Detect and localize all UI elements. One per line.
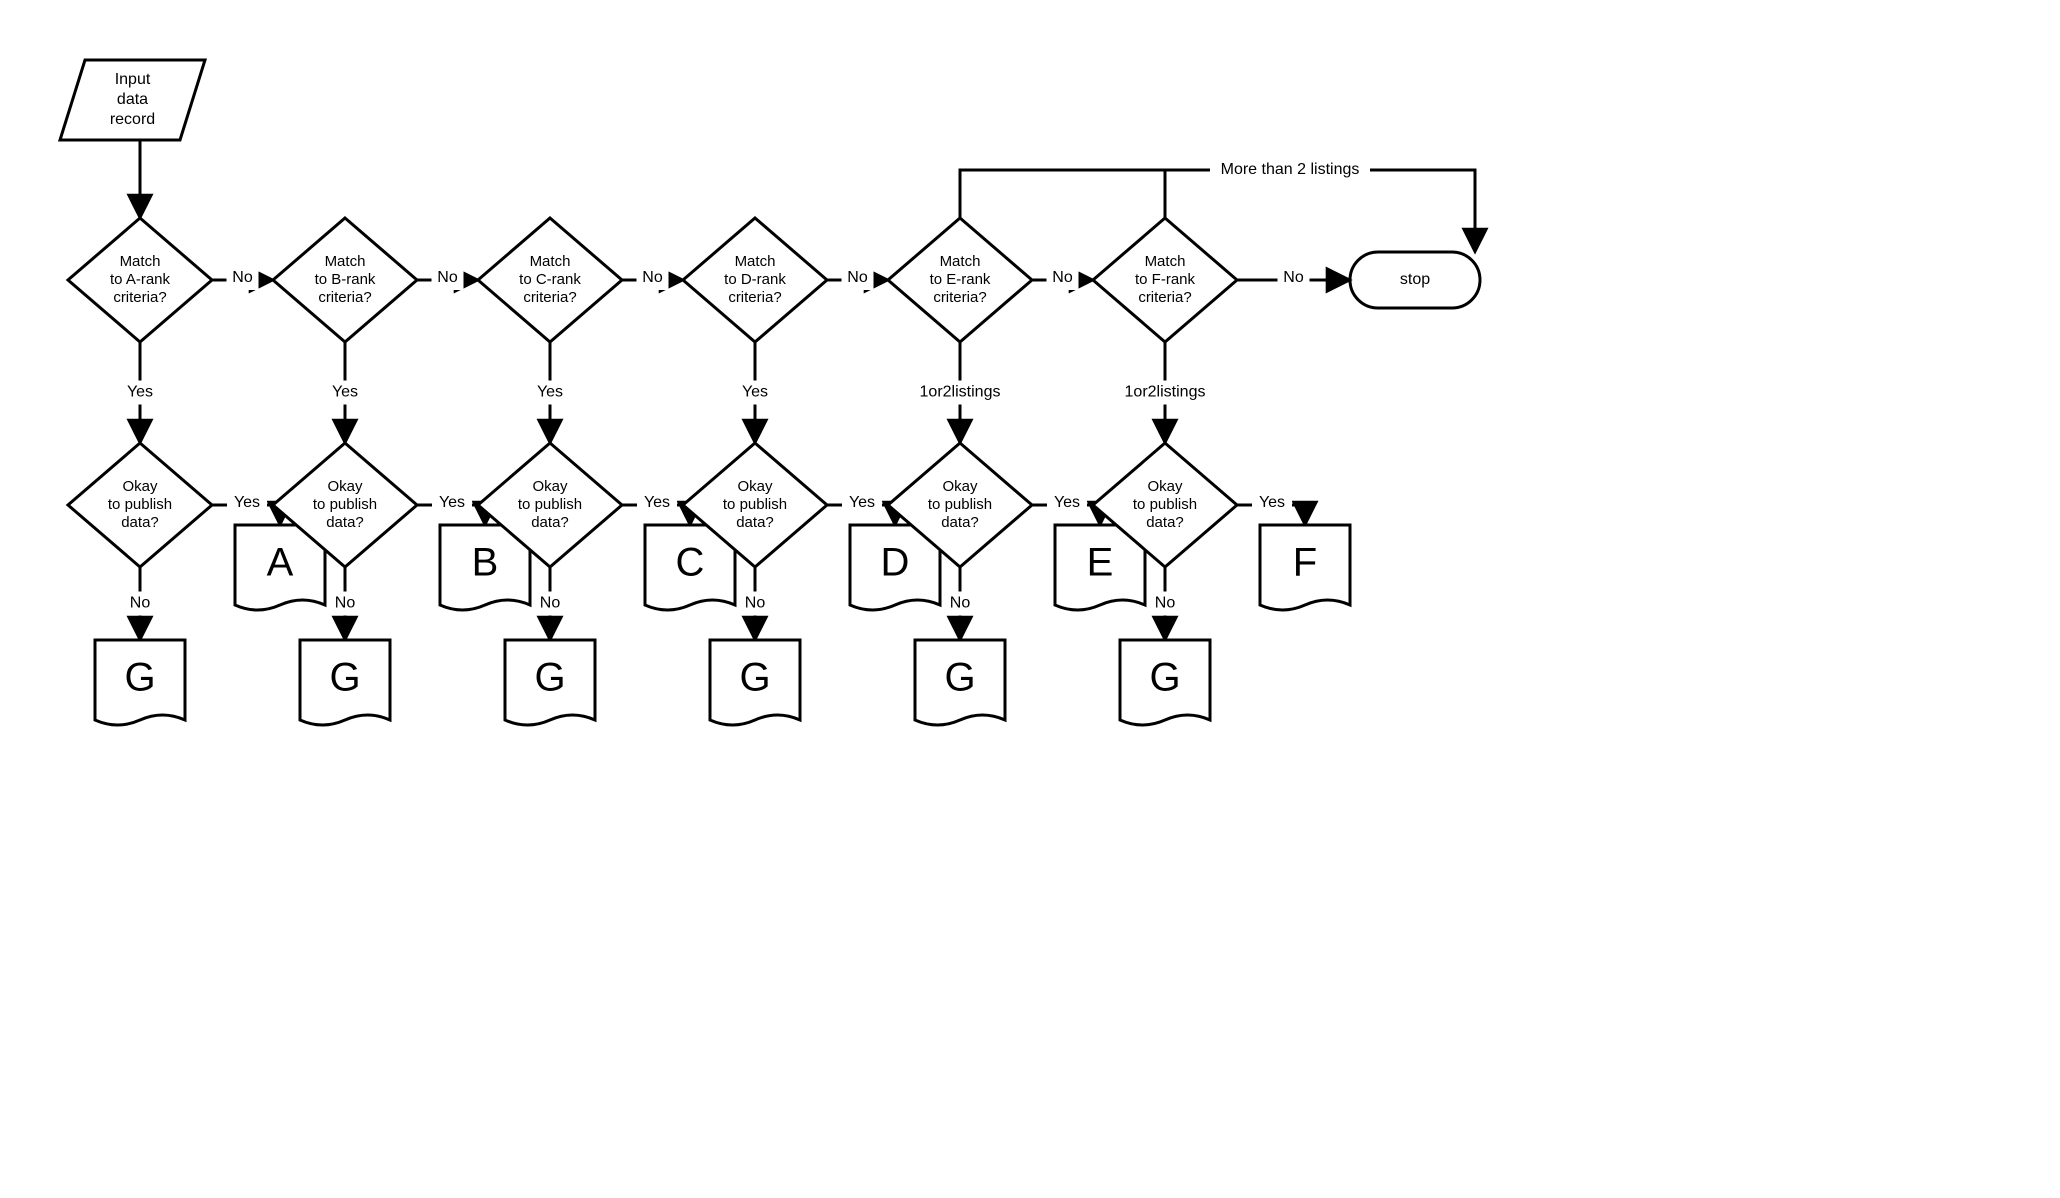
svg-text:G: G — [124, 656, 155, 700]
svg-text:E: E — [1087, 541, 1114, 585]
doc-g-0: G — [95, 640, 185, 725]
svg-text:to C-rank: to C-rank — [519, 271, 581, 288]
svg-text:Okay: Okay — [327, 478, 363, 495]
svg-text:Okay: Okay — [942, 478, 978, 495]
svg-text:A: A — [267, 541, 294, 585]
svg-text:F: F — [1293, 541, 1317, 585]
svg-text:Yes: Yes — [439, 494, 465, 511]
svg-text:C: C — [676, 541, 705, 585]
svg-text:No: No — [335, 595, 356, 612]
svg-text:No: No — [232, 269, 253, 286]
match-b-decision: Matchto B-rankcriteria? — [273, 218, 417, 342]
stop-terminator: stop — [1350, 252, 1480, 308]
svg-text:Yes: Yes — [127, 384, 153, 401]
doc-g-2: G — [505, 640, 595, 725]
svg-text:to publish: to publish — [1133, 496, 1197, 513]
svg-text:No: No — [1155, 595, 1176, 612]
svg-text:G: G — [534, 656, 565, 700]
svg-text:to publish: to publish — [723, 496, 787, 513]
svg-text:data?: data? — [1146, 514, 1184, 531]
svg-text:Okay: Okay — [532, 478, 568, 495]
svg-text:Yes: Yes — [332, 384, 358, 401]
publish-a-decision: Okayto publishdata? — [68, 443, 212, 567]
svg-text:No: No — [437, 269, 458, 286]
svg-text:data?: data? — [941, 514, 979, 531]
flowchart: Input data record More than 2 listings stop M… — [0, 0, 2060, 1198]
svg-text:Yes: Yes — [644, 494, 670, 511]
svg-text:data?: data? — [121, 514, 159, 531]
svg-text:Okay: Okay — [122, 478, 158, 495]
svg-text:Yes: Yes — [537, 384, 563, 401]
doc-g-1: G — [300, 640, 390, 725]
svg-text:to F-rank: to F-rank — [1135, 271, 1196, 288]
svg-text:to publish: to publish — [518, 496, 582, 513]
doc-g-3: G — [710, 640, 800, 725]
match-e-decision: Matchto E-rankcriteria? — [888, 218, 1032, 342]
svg-text:data?: data? — [531, 514, 569, 531]
svg-text:No: No — [130, 595, 151, 612]
svg-text:G: G — [329, 656, 360, 700]
svg-text:B: B — [472, 541, 499, 585]
svg-text:Okay: Okay — [1147, 478, 1183, 495]
svg-text:More than 2 listings: More than 2 listings — [1221, 161, 1360, 178]
match-f-decision: Matchto F-rankcriteria? — [1093, 218, 1237, 342]
svg-text:record: record — [110, 111, 155, 128]
svg-text:Match: Match — [1145, 253, 1186, 270]
svg-text:Match: Match — [120, 253, 161, 270]
match-c-decision: Matchto C-rankcriteria? — [478, 218, 622, 342]
svg-text:Yes: Yes — [849, 494, 875, 511]
svg-text:D: D — [881, 541, 910, 585]
svg-text:Match: Match — [325, 253, 366, 270]
svg-text:to publish: to publish — [108, 496, 172, 513]
svg-text:Match: Match — [940, 253, 981, 270]
svg-text:No: No — [1052, 269, 1073, 286]
svg-text:Yes: Yes — [742, 384, 768, 401]
svg-text:Input: Input — [115, 71, 151, 88]
doc-g-5: G — [1120, 640, 1210, 725]
svg-text:to B-rank: to B-rank — [315, 271, 376, 288]
svg-text:Yes: Yes — [234, 494, 260, 511]
svg-text:Match: Match — [735, 253, 776, 270]
svg-text:Yes: Yes — [1259, 494, 1285, 511]
svg-text:G: G — [739, 656, 770, 700]
svg-text:data?: data? — [736, 514, 774, 531]
match-d-decision: Matchto D-rankcriteria? — [683, 218, 827, 342]
svg-text:Okay: Okay — [737, 478, 773, 495]
svg-text:criteria?: criteria? — [318, 289, 371, 306]
match-a-decision: Matchto A-rankcriteria? — [68, 218, 212, 342]
input-data-record: Input data record — [60, 60, 205, 140]
svg-text:criteria?: criteria? — [523, 289, 576, 306]
svg-text:criteria?: criteria? — [113, 289, 166, 306]
svg-text:No: No — [847, 269, 868, 286]
svg-text:No: No — [950, 595, 971, 612]
svg-text:data?: data? — [326, 514, 364, 531]
svg-text:criteria?: criteria? — [933, 289, 986, 306]
svg-text:to E-rank: to E-rank — [930, 271, 991, 288]
svg-text:stop: stop — [1400, 271, 1430, 288]
doc-g-4: G — [915, 640, 1005, 725]
svg-text:Match: Match — [530, 253, 571, 270]
svg-text:Yes: Yes — [1054, 494, 1080, 511]
svg-text:No: No — [1283, 269, 1304, 286]
svg-text:to publish: to publish — [928, 496, 992, 513]
svg-text:G: G — [1149, 656, 1180, 700]
svg-text:criteria?: criteria? — [728, 289, 781, 306]
svg-text:No: No — [540, 595, 561, 612]
svg-text:No: No — [745, 595, 766, 612]
svg-text:to A-rank: to A-rank — [110, 271, 171, 288]
svg-text:data: data — [117, 91, 148, 108]
doc-f: F — [1260, 525, 1350, 610]
svg-text:to D-rank: to D-rank — [724, 271, 786, 288]
svg-text:criteria?: criteria? — [1138, 289, 1191, 306]
svg-text:1or2listings: 1or2listings — [1125, 384, 1206, 401]
svg-text:No: No — [642, 269, 663, 286]
svg-text:1or2listings: 1or2listings — [920, 384, 1001, 401]
svg-text:to publish: to publish — [313, 496, 377, 513]
svg-text:G: G — [944, 656, 975, 700]
